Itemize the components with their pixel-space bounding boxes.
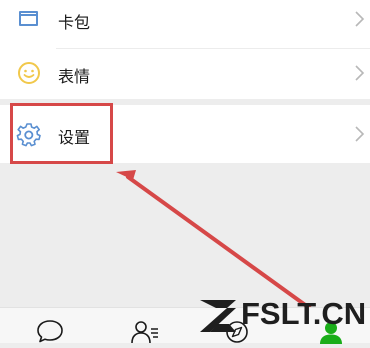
contacts-tab-icon[interactable] [130, 318, 160, 344]
chats-tab-icon[interactable] [35, 318, 65, 344]
watermark-text: FSLT.CN [241, 296, 367, 331]
